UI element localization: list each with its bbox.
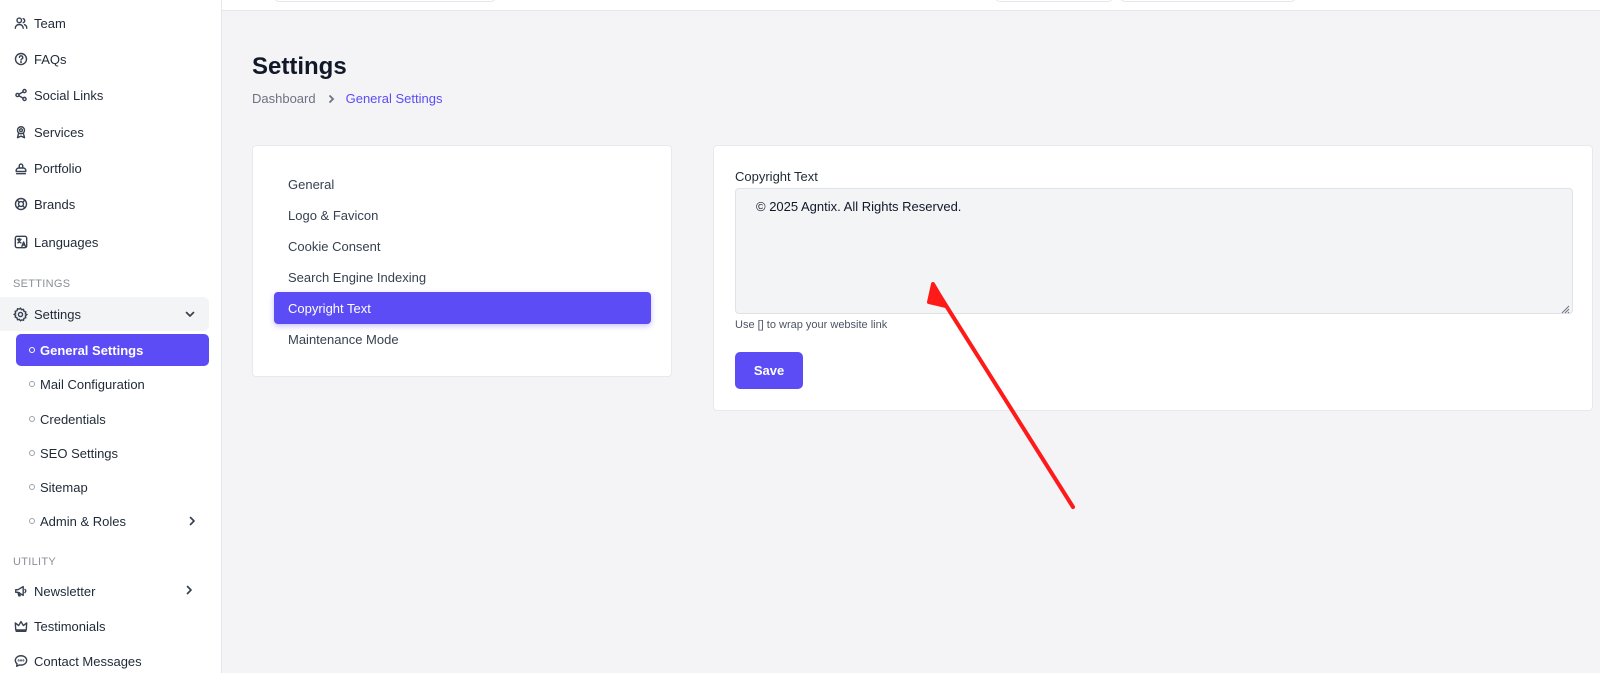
bullet-icon: [29, 518, 35, 524]
bullet-icon: [29, 450, 35, 456]
settings-tabs-card: General Logo & Favicon Cookie Consent Se…: [252, 145, 672, 377]
sidebar-item-label: Languages: [34, 234, 99, 250]
section-label-settings: SETTINGS: [13, 278, 71, 290]
bullet-icon: [29, 416, 35, 422]
copyright-text-label: Copyright Text: [735, 169, 818, 184]
top-bar-user-menu[interactable]: [1120, 0, 1296, 2]
sidebar-item-label: Testimonials: [34, 618, 106, 634]
page-title: Settings: [252, 53, 347, 80]
sidebar-item-seo-settings[interactable]: SEO Settings: [16, 437, 209, 469]
sidebar: Team FAQs Social Links Services Portfoli…: [0, 0, 222, 673]
chevron-right-icon: [326, 94, 336, 104]
tab-cookie-consent[interactable]: Cookie Consent: [274, 230, 651, 262]
sidebar-item-label: General Settings: [40, 342, 144, 358]
sidebar-item-newsletter[interactable]: Newsletter: [0, 574, 222, 608]
users-icon: [13, 16, 28, 31]
top-bar: [222, 0, 1600, 11]
section-label-utility: UTILITY: [13, 556, 57, 568]
chevron-right-icon: [182, 583, 196, 597]
tab-search-engine-indexing[interactable]: Search Engine Indexing: [274, 261, 651, 293]
resize-handle-icon[interactable]: [1560, 301, 1570, 314]
sidebar-item-label: FAQs: [34, 51, 67, 67]
bullet-icon: [29, 484, 35, 490]
lifebuoy-icon: [13, 197, 28, 212]
gear-icon: [13, 306, 28, 322]
breadcrumb-dashboard[interactable]: Dashboard: [252, 91, 316, 106]
award-icon: [13, 125, 28, 140]
sidebar-item-general-settings[interactable]: General Settings: [16, 334, 209, 366]
sidebar-item-label: Newsletter: [34, 583, 96, 599]
sidebar-item-social-links[interactable]: Social Links: [0, 78, 222, 112]
sidebar-item-brands[interactable]: Brands: [0, 187, 222, 221]
bullet-icon: [29, 347, 35, 353]
sidebar-item-portfolio[interactable]: Portfolio: [0, 151, 222, 185]
sidebar-item-label: Admin & Roles: [40, 513, 126, 529]
stamp-icon: [13, 161, 28, 176]
sidebar-item-contact-messages[interactable]: Contact Messages: [0, 644, 222, 673]
sidebar-item-label: Services: [34, 124, 84, 140]
breadcrumb-current: General Settings: [345, 91, 443, 106]
megaphone-icon: [13, 584, 28, 599]
help-text: Use [] to wrap your website link: [735, 319, 888, 331]
sidebar-item-sitemap[interactable]: Sitemap: [16, 471, 209, 503]
tab-general[interactable]: General: [274, 168, 651, 200]
share-icon: [13, 88, 28, 103]
chevron-right-icon: [185, 514, 199, 528]
crown-icon: [13, 619, 28, 634]
sidebar-item-label: Social Links: [34, 87, 104, 103]
chat-icon: [13, 654, 28, 669]
sidebar-item-label: Team: [34, 15, 66, 31]
breadcrumb: Dashboard General Settings: [252, 91, 442, 106]
translate-icon: [13, 235, 28, 250]
sidebar-item-languages[interactable]: Languages: [0, 225, 222, 259]
sidebar-item-team[interactable]: Team: [0, 6, 222, 40]
sidebar-item-services[interactable]: Services: [0, 115, 222, 149]
sidebar-item-credentials[interactable]: Credentials: [16, 403, 209, 435]
sidebar-item-label: SEO Settings: [40, 445, 119, 461]
copyright-text-input[interactable]: © 2025 Agntix. All Rights Reserved.: [735, 188, 1573, 314]
sidebar-item-label: Sitemap: [40, 479, 88, 495]
bullet-icon: [29, 381, 35, 387]
sidebar-item-label: Portfolio: [34, 160, 82, 176]
save-button[interactable]: Save: [735, 352, 803, 389]
top-bar-control[interactable]: [995, 0, 1113, 2]
copyright-form-card: Copyright Text © 2025 Agntix. All Rights…: [713, 145, 1593, 411]
sidebar-item-label: Contact Messages: [34, 653, 142, 669]
sidebar-item-label: Credentials: [40, 411, 106, 427]
sidebar-group-settings[interactable]: Settings: [0, 297, 209, 331]
tab-logo-favicon[interactable]: Logo & Favicon: [274, 199, 651, 231]
question-circle-icon: [13, 52, 28, 67]
sidebar-item-admin-roles[interactable]: Admin & Roles: [16, 505, 209, 537]
sidebar-item-mail-configuration[interactable]: Mail Configuration: [16, 368, 209, 400]
tab-copyright-text[interactable]: Copyright Text: [274, 292, 651, 324]
top-search-input[interactable]: [274, 0, 496, 2]
tab-maintenance-mode[interactable]: Maintenance Mode: [274, 323, 651, 355]
sidebar-item-testimonials[interactable]: Testimonials: [0, 609, 222, 643]
sidebar-item-faqs[interactable]: FAQs: [0, 42, 222, 76]
chevron-down-icon: [183, 307, 197, 321]
sidebar-item-label: Brands: [34, 196, 76, 212]
sidebar-group-label: Settings: [34, 306, 81, 322]
sidebar-item-label: Mail Configuration: [40, 376, 145, 392]
